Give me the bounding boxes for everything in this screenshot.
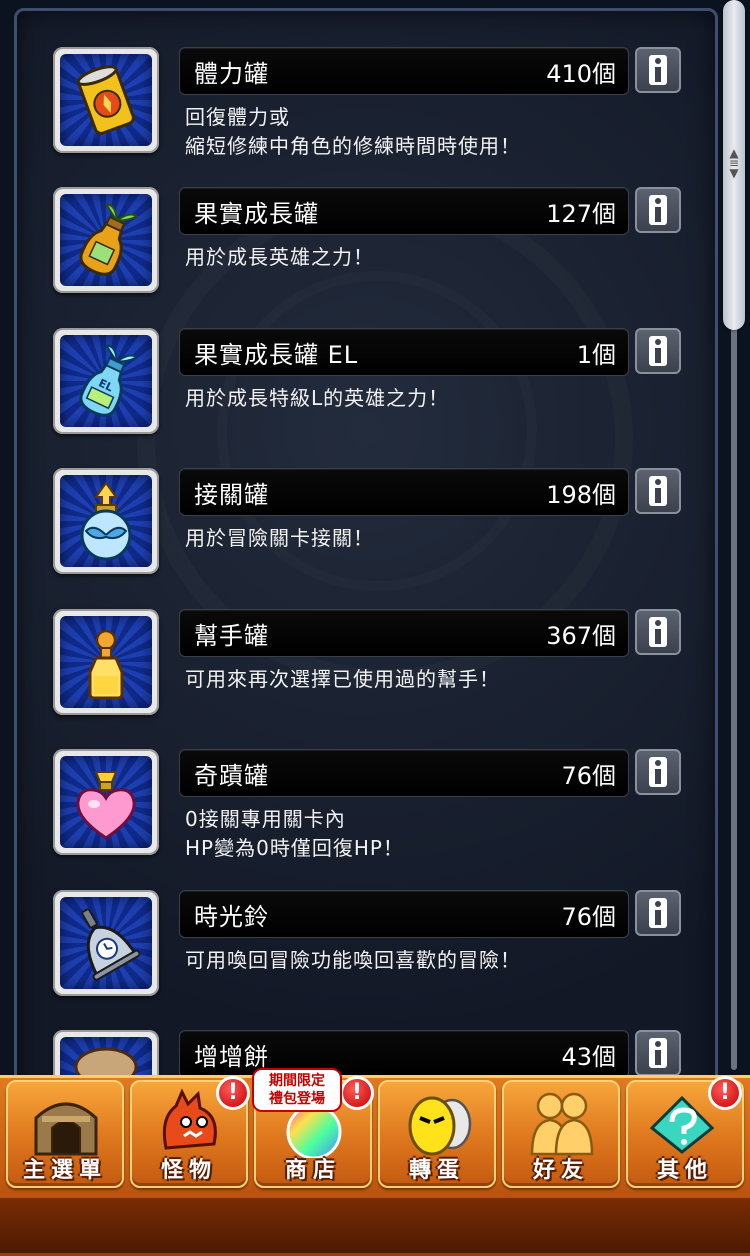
fruit-growth-bottle-icon <box>79 203 139 276</box>
info-button[interactable] <box>635 468 681 514</box>
description-line: 可用來再次選擇已使用過的幫手！ <box>185 667 500 691</box>
item-count: 43個 <box>561 1043 616 1071</box>
item-row[interactable]: 奇蹟罐 76個 0接關專用關卡內 HP變為0時僅回復HP！ <box>17 713 715 860</box>
item-description: 用於冒險關卡接關！ <box>185 524 695 553</box>
item-name-bar: 體力罐 410個 <box>179 47 629 95</box>
info-button[interactable] <box>635 749 681 795</box>
nav-label: 好友 <box>532 1158 589 1183</box>
nav-label: 怪物 <box>160 1158 217 1183</box>
item-row[interactable]: 時光鈴 76個 可用喚回冒險功能喚回喜歡的冒險！ <box>17 854 715 996</box>
limited-time-pack-badge: 期間限定 禮包登場 <box>252 1068 342 1112</box>
scroll-grip-icon: ▲ ≡ ▼ <box>728 146 740 180</box>
info-button[interactable] <box>635 609 681 655</box>
item-name-bar: 增增餅 43個 <box>179 1030 629 1078</box>
description-line: 回復體力或 <box>185 105 290 129</box>
info-icon <box>649 55 667 85</box>
item-icon-frame <box>53 468 159 574</box>
item-description: 用於成長英雄之力！ <box>185 243 695 272</box>
item-row[interactable]: 幫手罐 367個 可用來再次選擇已使用過的幫手！ <box>17 573 715 715</box>
item-name-bar: 果實成長罐 EL 1個 <box>179 328 629 376</box>
item-name-bar: 接關罐 198個 <box>179 468 629 516</box>
fruit-growth-bottle-el-icon: EL <box>79 344 139 417</box>
item-description: 可用喚回冒險功能喚回喜歡的冒險！ <box>185 946 695 975</box>
nav-label: 其他 <box>656 1158 713 1183</box>
item-count: 127個 <box>546 200 616 228</box>
item-name-bar: 奇蹟罐 76個 <box>179 749 629 797</box>
nav-label: 主選單 <box>22 1158 107 1183</box>
item-name: 幫手罐 <box>194 622 269 650</box>
item-description: 可用來再次選擇已使用過的幫手！ <box>185 665 695 694</box>
info-button[interactable] <box>635 328 681 374</box>
info-button[interactable] <box>635 890 681 936</box>
nav-friends-button[interactable]: 好友 <box>502 1080 620 1188</box>
shop-alert-badge: ! <box>340 1076 374 1110</box>
item-name: 果實成長罐 EL <box>194 341 359 369</box>
item-icon-frame <box>53 609 159 715</box>
item-name-bar: 時光鈴 76個 <box>179 890 629 938</box>
item-list-panel: 體力罐 410個 回復體力或 縮短修練中角色的修練時間時使用！ 果實成長罐 12… <box>14 8 718 1114</box>
main-menu-gate-icon <box>34 1102 98 1156</box>
bottom-nav-base <box>0 1198 750 1253</box>
info-icon <box>649 757 667 787</box>
item-row[interactable]: 接關罐 198個 用於冒險關卡接關！ <box>17 432 715 574</box>
item-count: 198個 <box>546 481 616 509</box>
description-line: 用於成長特級L的英雄之力！ <box>185 386 450 410</box>
monster-alert-badge: ! <box>216 1076 250 1110</box>
item-name: 增增餅 <box>194 1043 269 1071</box>
item-name: 體力罐 <box>194 60 269 88</box>
item-name: 奇蹟罐 <box>194 762 269 790</box>
info-icon <box>649 1038 667 1068</box>
info-button[interactable] <box>635 187 681 233</box>
item-count: 76個 <box>561 903 616 931</box>
other-alert-badge: ! <box>708 1076 742 1110</box>
item-icon-frame <box>53 187 159 293</box>
item-description: 用於成長特級L的英雄之力！ <box>185 384 695 413</box>
item-row[interactable]: 體力罐 410個 回復體力或 縮短修練中角色的修練時間時使用！ <box>17 11 715 158</box>
scrollbar-thumb[interactable]: ▲ ≡ ▼ <box>723 0 745 330</box>
info-icon <box>649 336 667 366</box>
nav-main-menu-button[interactable]: 主選單 <box>6 1080 124 1188</box>
item-icon-frame <box>53 749 159 855</box>
item-count: 410個 <box>546 60 616 88</box>
miracle-heart-bottle-icon <box>76 771 136 840</box>
item-icon-frame: EL <box>53 328 159 434</box>
scrollbar[interactable]: ▲ ≡ ▼ <box>723 0 745 1070</box>
continue-jar-icon <box>80 481 132 561</box>
item-name: 果實成長罐 <box>194 200 319 228</box>
info-button[interactable] <box>635 1030 681 1076</box>
item-count: 367個 <box>546 622 616 650</box>
description-line: 可用喚回冒險功能喚回喜歡的冒險！ <box>185 948 521 972</box>
description-line: 0接關專用關卡內 <box>185 807 346 831</box>
info-icon <box>649 617 667 647</box>
badge-line: 期間限定 <box>269 1073 325 1089</box>
item-count: 76個 <box>561 762 616 790</box>
item-count: 1個 <box>576 341 616 369</box>
description-line: 用於成長英雄之力！ <box>185 245 374 269</box>
helper-bottle-icon <box>88 629 124 700</box>
item-row[interactable]: EL 果實成長罐 EL 1個 用於成長特級L的英雄之力！ <box>17 292 715 434</box>
nav-label: 商店 <box>284 1158 341 1183</box>
description-line: 用於冒險關卡接關！ <box>185 526 374 550</box>
item-name: 時光鈴 <box>194 903 269 931</box>
friends-icon <box>530 1092 594 1156</box>
badge-line: 禮包登場 <box>269 1091 325 1107</box>
time-bell-icon <box>81 908 141 981</box>
nav-label: 轉蛋 <box>408 1158 465 1183</box>
info-icon <box>649 898 667 928</box>
item-name: 接關罐 <box>194 481 269 509</box>
nav-gacha-button[interactable]: 轉蛋 <box>378 1080 496 1188</box>
info-icon <box>649 476 667 506</box>
item-icon-frame <box>53 890 159 996</box>
item-icon-frame <box>53 47 159 153</box>
info-button[interactable] <box>635 47 681 93</box>
stamina-can-icon <box>76 65 135 135</box>
info-icon <box>649 195 667 225</box>
item-row[interactable]: 果實成長罐 127個 用於成長英雄之力！ <box>17 151 715 293</box>
item-name-bar: 幫手罐 367個 <box>179 609 629 657</box>
gacha-egg-icon <box>408 1096 472 1156</box>
item-name-bar: 果實成長罐 127個 <box>179 187 629 235</box>
